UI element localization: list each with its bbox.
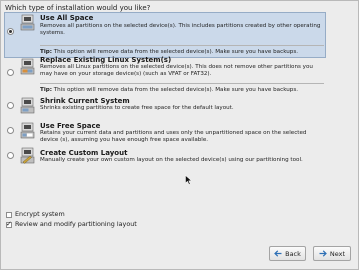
option-title: Replace Existing Linux System(s) — [40, 56, 172, 64]
arrow-left-icon — [274, 250, 282, 257]
mouse-pointer-icon — [185, 175, 193, 185]
back-button[interactable]: Back — [269, 246, 306, 261]
encrypt-system-checkbox[interactable] — [6, 212, 12, 218]
installation-type-question: Which type of installation would you lik… — [5, 4, 151, 12]
option-use-free-space[interactable]: Use Free Space Retains your current data… — [4, 121, 326, 145]
option-description: Removes all Linux partitions on the sele… — [40, 64, 313, 77]
next-button[interactable]: Next — [313, 246, 351, 261]
radio-shrink-current-system[interactable] — [7, 102, 14, 109]
tip-label: Tip: — [40, 87, 52, 93]
drive-all-space-icon — [20, 14, 35, 31]
drive-custom-icon — [20, 147, 35, 164]
option-shrink-current-system[interactable]: Shrink Current System Shrinks existing p… — [4, 96, 326, 116]
review-layout-checkbox[interactable] — [6, 220, 12, 228]
radio-replace-existing-linux[interactable] — [7, 69, 14, 76]
radio-create-custom-layout[interactable] — [7, 152, 14, 159]
drive-replace-icon — [20, 58, 35, 75]
option-description: Shrinks existing partitions to create fr… — [40, 105, 234, 111]
option-description: Removes all partitions on the selected d… — [40, 23, 321, 36]
arrow-right-icon — [319, 250, 327, 257]
option-tip: Tip: This option will remove data from t… — [40, 87, 324, 93]
option-title: Shrink Current System — [40, 97, 130, 105]
option-description: Manually create your own custom layout o… — [40, 157, 303, 163]
option-title: Use Free Space — [40, 122, 101, 130]
option-separator — [40, 83, 324, 84]
drive-free-space-icon — [20, 122, 35, 139]
option-title: Create Custom Layout — [40, 149, 128, 157]
tip-text: This option will remove data from the se… — [53, 87, 299, 93]
option-description: Retains your current data and partitions… — [40, 130, 307, 143]
option-create-custom-layout[interactable]: Create Custom Layout Manually create you… — [4, 147, 326, 166]
option-replace-existing-linux[interactable]: Replace Existing Linux System(s) Removes… — [4, 55, 326, 95]
option-separator — [40, 45, 324, 46]
review-layout-label[interactable]: Review and modify partitioning layout — [15, 220, 137, 228]
drive-shrink-icon — [20, 97, 35, 114]
radio-use-all-space[interactable] — [7, 28, 14, 35]
next-button-label: Next — [329, 249, 346, 258]
encrypt-system-label[interactable]: Encrypt system — [15, 210, 65, 218]
option-use-all-space[interactable]: Use All Space Removes all partitions on … — [4, 12, 326, 58]
radio-use-free-space[interactable] — [7, 127, 14, 134]
option-title: Use All Space — [40, 14, 94, 22]
back-button-label: Back — [285, 249, 301, 258]
